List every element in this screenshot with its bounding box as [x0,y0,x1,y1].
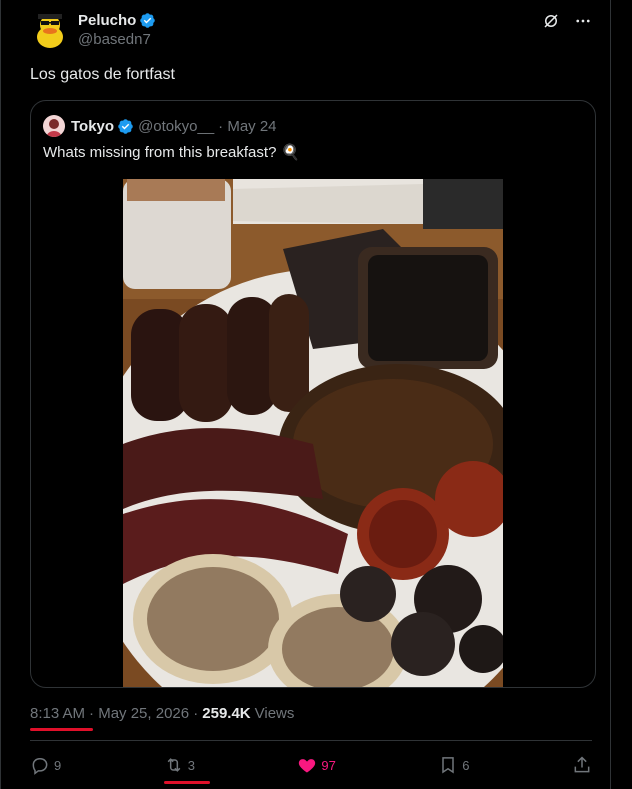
heart-icon [299,759,316,773]
repost-button[interactable]: 3 [163,755,210,784]
reply-count: 9 [54,757,62,773]
column-border-left [0,0,1,789]
author-handle[interactable]: @basedn7 [78,31,156,48]
views-label: Views [254,705,295,722]
quoted-text: Whats missing from this breakfast? [43,143,277,161]
tweet-date[interactable]: · May 25, 2026 · [89,705,198,722]
action-bar: 9 3 97 6 [30,750,592,784]
divider [30,740,592,741]
bookmark-count: 6 [462,757,470,773]
quoted-avatar-icon [43,115,65,137]
share-icon [574,756,590,773]
tweet-meta: 8:13 AM · May 25, 2026 · 259.4K Views [30,705,294,722]
quoted-date: · May 24 [218,117,277,135]
like-count: 97 [321,757,336,773]
quoted-verified-badge-icon [118,118,133,134]
share-button[interactable] [572,755,592,775]
repost-highlight-underline [163,781,210,784]
views-count: 259.4K [202,705,251,722]
egg-emoji-icon: 🍳 [281,144,301,161]
time-highlight-underline [30,728,93,731]
like-button[interactable]: 97 [297,755,336,775]
repost-count: 3 [187,757,195,773]
duck-avatar-icon[interactable] [30,10,70,50]
reply-button[interactable]: 9 [30,755,61,775]
quoted-tweet-card[interactable]: Tokyo @otokyo__ · May 24 Whats missing f… [30,100,596,688]
more-options-icon[interactable] [574,12,592,30]
tweet-header: Pelucho @basedn7 [30,10,592,50]
tweet-time[interactable]: 8:13 AM [30,705,85,722]
bookmark-button[interactable]: 6 [438,755,470,775]
grok-icon[interactable] [542,12,560,30]
burnt-breakfast-photo[interactable] [123,179,503,687]
repost-icon [167,758,181,772]
tweet-text: Los gatos de fortfast [30,66,175,83]
verified-badge-icon [140,13,156,28]
bookmark-icon [442,757,455,774]
quoted-text-row: Whats missing from this breakfast? 🍳 [43,143,301,162]
quoted-handle: @otokyo__ [138,117,215,135]
author-display-name[interactable]: Pelucho [78,12,136,29]
reply-icon [32,758,48,775]
column-border-right [610,0,611,789]
quoted-display-name: Tokyo [71,117,115,135]
